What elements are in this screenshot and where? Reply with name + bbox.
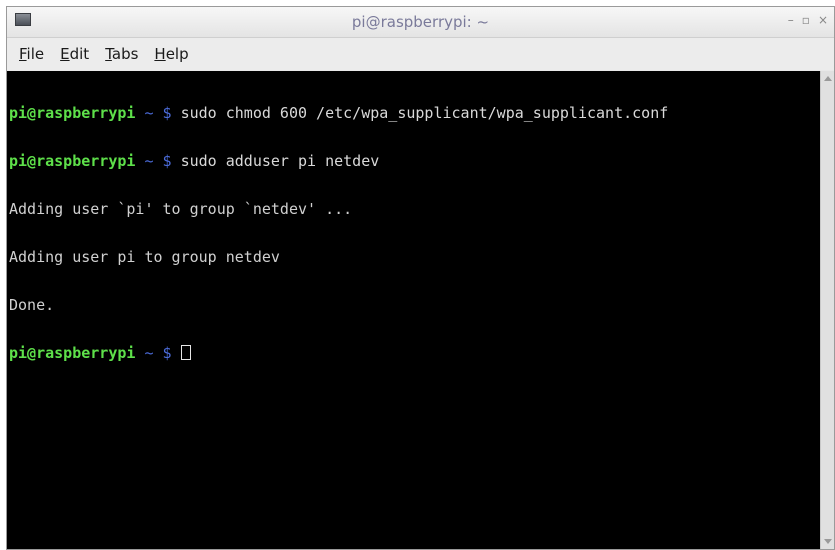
terminal-line: pi@raspberrypi ~ $ sudo chmod 600 /etc/w… <box>9 104 669 122</box>
title-bar[interactable]: pi@raspberrypi: ~ – ▫ × <box>7 7 834 38</box>
maximize-icon[interactable]: ▫ <box>802 13 810 27</box>
terminal-output[interactable]: pi@raspberrypi ~ $ sudo chmod 600 /etc/w… <box>7 71 820 549</box>
menu-bar: File Edit Tabs Help <box>7 38 834 70</box>
window-controls: – ▫ × <box>788 13 828 27</box>
minimize-icon[interactable]: – <box>788 13 794 27</box>
menu-tabs[interactable]: Tabs <box>97 45 146 63</box>
menu-edit[interactable]: Edit <box>52 45 97 63</box>
terminal-line: Adding user pi to group netdev <box>9 248 280 266</box>
terminal-window: pi@raspberrypi: ~ – ▫ × File Edit Tabs H… <box>6 6 835 550</box>
text-cursor <box>180 345 191 360</box>
close-icon[interactable]: × <box>818 13 828 27</box>
terminal-line: pi@raspberrypi ~ $ sudo adduser pi netde… <box>9 152 380 170</box>
terminal-line: pi@raspberrypi ~ $ <box>9 345 820 361</box>
scroll-down-icon[interactable] <box>824 539 832 544</box>
terminal-line: Adding user `pi' to group `netdev' ... <box>9 200 353 218</box>
vertical-scrollbar[interactable] <box>820 71 834 549</box>
window-title: pi@raspberrypi: ~ <box>351 13 490 31</box>
scroll-up-icon[interactable] <box>824 76 832 81</box>
menu-file[interactable]: File <box>11 45 52 63</box>
menu-help[interactable]: Help <box>146 45 196 63</box>
terminal-line: Done. <box>9 296 55 314</box>
